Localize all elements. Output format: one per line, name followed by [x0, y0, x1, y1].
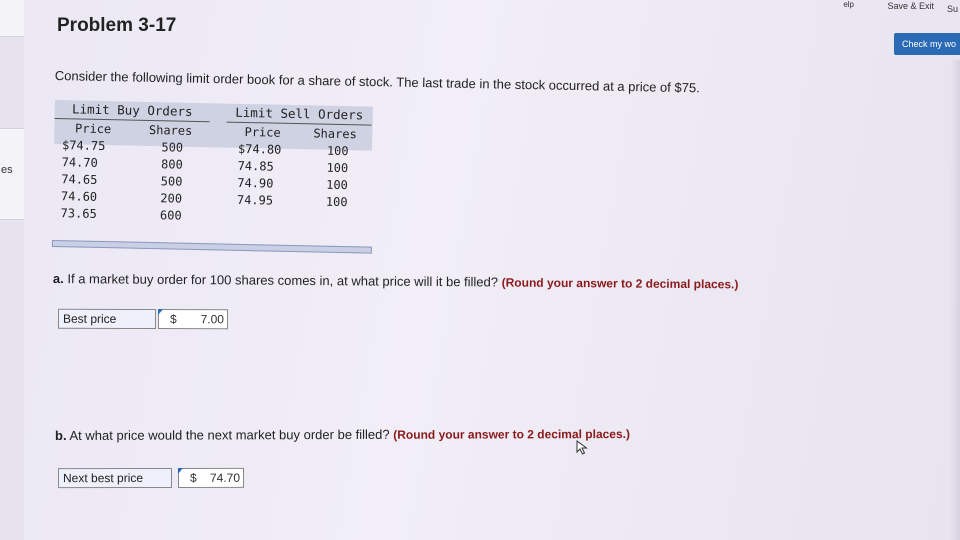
best-price-label: Best price: [57, 308, 157, 330]
question-a-note: (Round your answer to 2 decimal places.): [501, 275, 739, 292]
buy-price: 73.65: [60, 206, 97, 221]
mouse-pointer-icon: [576, 440, 589, 455]
sell-shares: 100: [326, 143, 349, 159]
problem-intro: Consider the following limit order book …: [54, 68, 700, 96]
sell-price-header: Price: [244, 124, 281, 140]
question-a: a. If a market buy order for 100 shares …: [53, 271, 739, 291]
question-a-text: If a market buy order for 100 shares com…: [67, 271, 499, 290]
buy-price-header: Price: [74, 121, 112, 137]
best-price-input[interactable]: $ 7.00: [157, 309, 229, 330]
submit-button[interactable]: Su: [947, 4, 958, 14]
answer-row-a: Best price $ 7.00: [57, 308, 229, 330]
buy-shares: 500: [160, 174, 183, 189]
buy-orders-table: Limit Buy Orders Price Shares $74.75 500…: [52, 100, 210, 225]
buy-shares: 500: [161, 140, 184, 155]
sidebar-tab-top[interactable]: [0, 0, 24, 37]
sell-shares: 100: [325, 194, 348, 210]
buy-row: 73.65 600: [52, 205, 207, 225]
question-b-note: (Round your answer to 2 decimal places.): [393, 426, 631, 442]
right-edge-shadow: [950, 60, 960, 540]
sell-price: 74.90: [237, 175, 274, 191]
flag-icon: [177, 467, 183, 474]
save-exit-button[interactable]: Save & Exit: [887, 1, 934, 11]
flag-icon: [158, 309, 164, 316]
sell-row: 74.95 100: [225, 192, 370, 212]
buy-shares: 800: [160, 157, 183, 172]
best-price-value[interactable]: 7.00: [181, 312, 224, 326]
question-b-text: At what price would the next market buy …: [69, 426, 390, 443]
question-b-letter: b.: [55, 427, 67, 443]
sell-price: 74.85: [237, 158, 274, 174]
currency-symbol: $: [189, 470, 197, 485]
question-b: b. At what price would the next market b…: [55, 426, 630, 443]
sell-shares: 100: [326, 177, 349, 193]
next-best-price-value[interactable]: 74.70: [201, 471, 240, 485]
order-book-scrollbar[interactable]: [51, 239, 372, 254]
next-best-price-label: Next best price: [57, 467, 173, 489]
answer-row-b: Next best price $ 74.70: [57, 467, 245, 489]
help-link[interactable]: elp: [843, 0, 854, 9]
buy-shares-header: Shares: [148, 122, 193, 138]
sell-price: $74.80: [237, 141, 282, 157]
sell-price: 74.95: [236, 192, 274, 208]
buy-price: 74.60: [60, 189, 98, 204]
buy-price: $74.75: [61, 138, 106, 154]
buy-shares: 200: [160, 191, 183, 206]
buy-shares: 600: [159, 208, 182, 223]
check-my-work-button[interactable]: Check my wo: [894, 33, 960, 55]
next-best-price-input[interactable]: $ 74.70: [177, 467, 245, 488]
sell-shares: 100: [326, 160, 349, 176]
sell-shares-header: Shares: [313, 126, 357, 142]
sell-orders-table: Limit Sell Orders Price Shares $74.80 10…: [225, 103, 372, 212]
buy-price: 74.65: [61, 172, 98, 187]
question-a-letter: a.: [52, 271, 64, 287]
top-toolbar: elp Save & Exit Su: [840, 0, 960, 18]
left-sidebar: [0, 0, 24, 540]
sidebar-label: es: [1, 164, 13, 176]
currency-symbol: $: [169, 312, 177, 327]
buy-price: 74.70: [61, 155, 98, 170]
problem-title: Problem 3-17: [57, 15, 177, 36]
